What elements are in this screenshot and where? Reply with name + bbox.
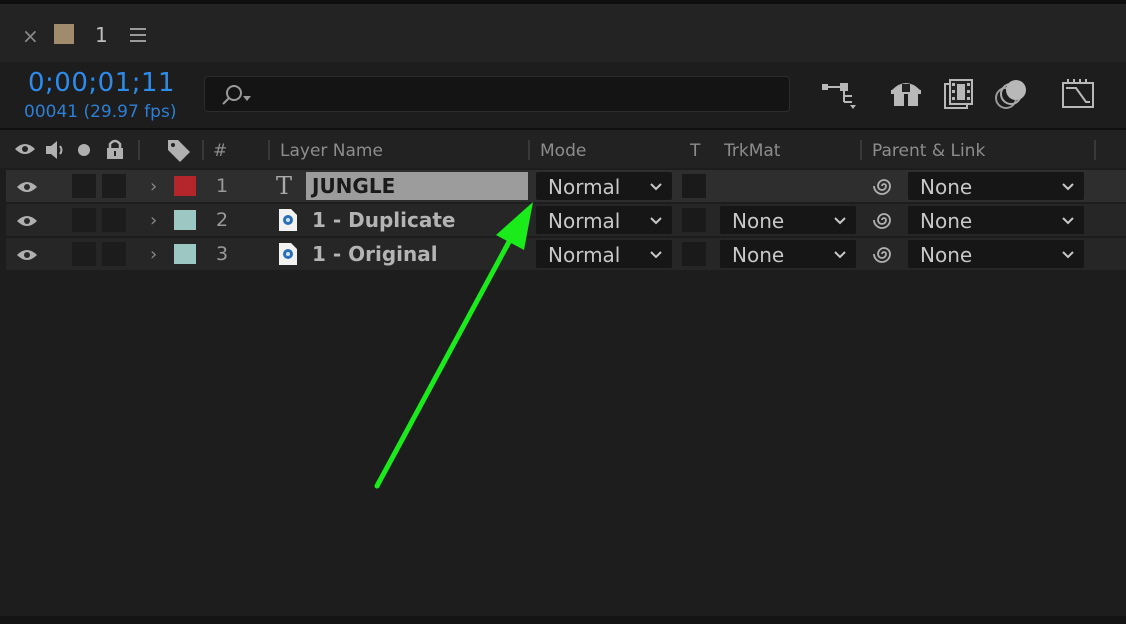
panel-bottom-edge bbox=[0, 616, 1126, 624]
annotation-arrow bbox=[374, 202, 533, 489]
